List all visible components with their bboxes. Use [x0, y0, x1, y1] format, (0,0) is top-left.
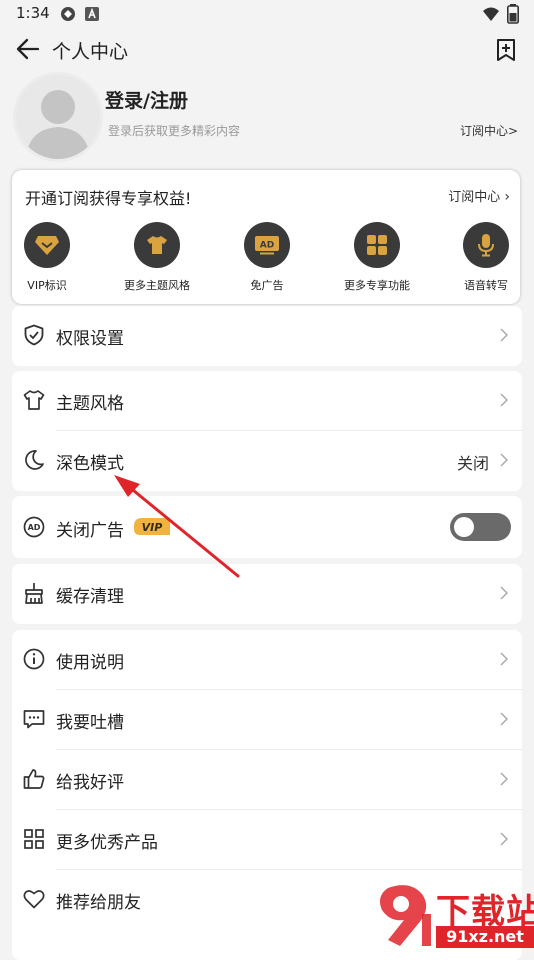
microphone-icon [478, 234, 494, 257]
vip-feature-circle [354, 222, 400, 268]
vip-feature-circle [463, 222, 509, 268]
apps-icon [24, 829, 44, 849]
message-icon [23, 710, 45, 729]
watermark-domain: 91xz.net [436, 926, 534, 948]
chevron-right-icon [500, 652, 508, 666]
chevron-right-icon [500, 453, 508, 467]
card-cache: 缓存清理 [12, 564, 522, 624]
status-bar [0, 0, 534, 30]
ad-icon: AD [23, 516, 45, 538]
subscription-card-title: 开通订阅获得专享权益! [25, 189, 192, 208]
menu-item-permissions[interactable]: 权限设置 [12, 306, 522, 366]
vip-feature-vip-badge[interactable]: VIP标识 [2, 222, 92, 293]
heart-icon [23, 890, 45, 909]
vip-feature-label: 免广告 [250, 279, 284, 292]
status-time: 1:34 [16, 4, 50, 22]
grid-icon [367, 235, 387, 255]
menu-item-rate[interactable]: 给我好评 [12, 750, 522, 810]
notification-a-icon [85, 7, 99, 21]
menu-item-label: 给我好评 [56, 773, 124, 793]
broom-icon [25, 583, 43, 604]
subscription-card-link-label: 订阅中心 [448, 190, 501, 205]
chevron-right-icon [500, 832, 508, 846]
menu-item-label: 我要吐槽 [56, 713, 124, 733]
chevron-right-icon [500, 586, 508, 600]
vip-diamond-icon [35, 236, 59, 255]
menu-item-feedback[interactable]: 我要吐槽 [12, 690, 522, 750]
info-icon [23, 648, 45, 670]
card-appearance: 主题风格 深色模式 关闭 [12, 371, 522, 491]
menu-item-label: 缓存清理 [56, 587, 124, 607]
battery-icon [507, 4, 519, 24]
tshirt-icon [23, 390, 45, 410]
vip-feature-no-ads[interactable]: AD 免广告 [222, 222, 312, 293]
watermark: 下载站 91xz.net [370, 880, 534, 950]
bookmark-add-icon[interactable] [496, 38, 516, 62]
close-ads-toggle[interactable] [450, 513, 511, 541]
vip-feature-circle [24, 222, 70, 268]
annotation-arrow [114, 475, 240, 578]
thumbs-up-icon [23, 769, 45, 789]
moon-icon [25, 450, 44, 470]
vip-feature-themes[interactable]: 更多主题风格 [112, 222, 202, 293]
vpn-icon [61, 7, 75, 21]
card-ads: AD 关闭广告 VIP [12, 496, 522, 558]
chevron-right-icon [500, 712, 508, 726]
login-register-title[interactable]: 登录/注册 [105, 86, 188, 113]
vip-feature-label: 更多主题风格 [124, 279, 190, 292]
menu-item-instructions[interactable]: 使用说明 [12, 630, 522, 690]
dark-mode-value: 关闭 [456, 454, 489, 473]
menu-item-theme[interactable]: 主题风格 [12, 371, 522, 431]
shield-check-icon [24, 324, 44, 346]
menu-item-cache-clear[interactable]: 缓存清理 [12, 564, 522, 624]
login-hint: 登录后获取更多精彩内容 [108, 124, 241, 138]
menu-item-more-products[interactable]: 更多优秀产品 [12, 810, 522, 870]
vip-feature-circle [134, 222, 180, 268]
card-permissions: 权限设置 [12, 306, 522, 366]
chevron-right-icon [500, 328, 508, 342]
toggle-knob [454, 517, 474, 537]
page-title: 个人中心 [52, 41, 129, 63]
subscription-center-link[interactable]: 订阅中心> [440, 122, 518, 139]
chevron-right-icon: › [504, 189, 510, 205]
svg-text:AD: AD [28, 523, 41, 532]
ad-icon: AD [255, 236, 279, 255]
vip-feature-label: 语音转写 [464, 279, 508, 292]
vip-feature-transcribe[interactable]: 语音转写 [441, 222, 531, 293]
avatar[interactable] [13, 72, 103, 162]
vip-feature-label: VIP标识 [27, 279, 67, 292]
menu-item-label: 主题风格 [56, 394, 124, 414]
vip-feature-circle: AD [244, 222, 290, 268]
subscription-card-link[interactable]: 订阅中心 › [420, 186, 510, 205]
vip-feature-more[interactable]: 更多专享功能 [332, 222, 422, 293]
vip-feature-label: 更多专享功能 [344, 279, 410, 292]
back-arrow-icon[interactable] [16, 38, 40, 60]
menu-item-close-ads: AD 关闭广告 VIP [12, 496, 522, 556]
svg-text:AD: AD [260, 241, 274, 251]
wifi-icon [483, 7, 499, 21]
chevron-right-icon [500, 772, 508, 786]
chevron-right-icon [500, 393, 508, 407]
watermark-logo-icon [380, 885, 431, 946]
tshirt-icon [147, 236, 167, 254]
menu-item-label: 使用说明 [56, 653, 124, 673]
menu-item-label: 推荐给朋友 [56, 893, 141, 913]
menu-item-label: 更多优秀产品 [56, 833, 158, 853]
default-avatar-icon [26, 90, 90, 159]
menu-item-dark-mode[interactable]: 深色模式 关闭 [12, 431, 522, 491]
menu-item-label: 权限设置 [56, 329, 124, 349]
